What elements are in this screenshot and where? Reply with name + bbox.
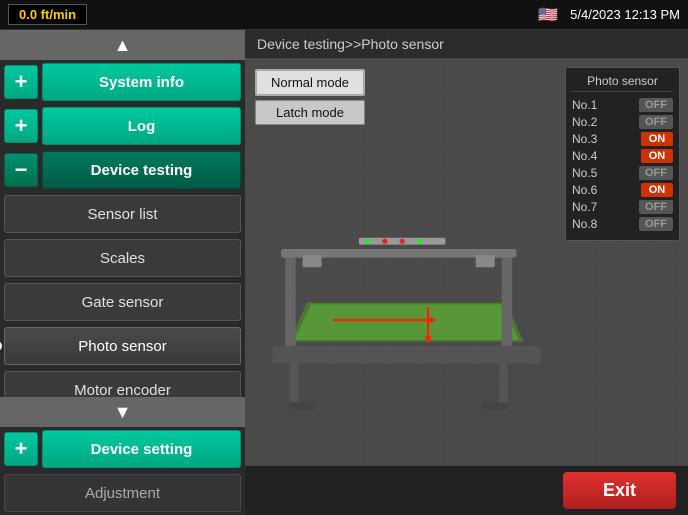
scroll-down-button[interactable]: ▼ <box>0 397 245 427</box>
gate-sensor-label[interactable]: Gate sensor <box>4 283 241 321</box>
log-plus-btn[interactable]: + <box>4 109 38 143</box>
scroll-up-button[interactable]: ▲ <box>0 30 245 60</box>
sensor-2-label: No.2 <box>572 115 597 129</box>
adjustment-label[interactable]: Adjustment <box>4 474 241 512</box>
scanner-svg <box>255 185 558 455</box>
sensor-1-badge: OFF <box>639 98 673 112</box>
device-setting-plus-btn[interactable]: + <box>4 432 38 466</box>
flag-icon: 🇺🇸 <box>534 6 562 24</box>
top-right-info: 🇺🇸 5/4/2023 12:13 PM <box>534 6 680 24</box>
sensor-8-badge: OFF <box>639 217 673 231</box>
sensor-1-label: No.1 <box>572 98 597 112</box>
system-info-plus-btn[interactable]: + <box>4 65 38 99</box>
content-body: Normal mode Latch mode <box>245 59 688 465</box>
sidebar-scroll: + System info + Log − Device testing Sen… <box>0 60 245 397</box>
sidebar-item-log[interactable]: + Log <box>4 105 241 147</box>
system-info-label[interactable]: System info <box>42 63 241 101</box>
sensor-list-label[interactable]: Sensor list <box>4 195 241 233</box>
sensor-8-label: No.8 <box>572 217 597 231</box>
sensor-6-badge: ON <box>641 183 673 197</box>
motor-encoder-label[interactable]: Motor encoder <box>4 371 241 397</box>
scales-label[interactable]: Scales <box>4 239 241 277</box>
sensor-2-badge: OFF <box>639 115 673 129</box>
sidebar-item-motor-encoder[interactable]: Motor encoder <box>4 369 241 397</box>
sensor-row-4: No.4 ON <box>572 149 673 163</box>
sensor-3-badge: ON <box>641 132 673 146</box>
scanner-illustration <box>255 185 558 455</box>
sidebar: ▲ + System info + Log − Device testing S… <box>0 30 245 515</box>
sensor-6-label: No.6 <box>572 183 597 197</box>
datetime-display: 5/4/2023 12:13 PM <box>570 7 680 22</box>
sidebar-item-adjustment[interactable]: Adjustment <box>4 472 241 514</box>
active-indicator <box>0 341 2 351</box>
content-area: Device testing>>Photo sensor Normal mode… <box>245 30 688 515</box>
sidebar-item-device-setting[interactable]: + Device setting <box>4 428 241 470</box>
sidebar-item-scales[interactable]: Scales <box>4 237 241 279</box>
sensor-4-badge: ON <box>641 149 673 163</box>
sensor-row-7: No.7 OFF <box>572 200 673 214</box>
sensor-row-8: No.8 OFF <box>572 217 673 231</box>
breadcrumb: Device testing>>Photo sensor <box>245 30 688 59</box>
top-bar: 0.0 ft/min 🇺🇸 5/4/2023 12:13 PM <box>0 0 688 30</box>
sidebar-item-system-info[interactable]: + System info <box>4 61 241 103</box>
device-testing-minus-btn[interactable]: − <box>4 153 38 187</box>
scene-area: Normal mode Latch mode <box>245 59 688 465</box>
sensor-5-badge: OFF <box>639 166 673 180</box>
log-label[interactable]: Log <box>42 107 241 145</box>
sidebar-item-sensor-list[interactable]: Sensor list <box>4 193 241 235</box>
sensor-3-label: No.3 <box>572 132 597 146</box>
bottom-bar: Exit <box>245 465 688 515</box>
sensor-4-label: No.4 <box>572 149 597 163</box>
photo-sensor-label[interactable]: Photo sensor <box>4 327 241 365</box>
photo-sensor-panel-title: Photo sensor <box>572 74 673 92</box>
sensor-row-5: No.5 OFF <box>572 166 673 180</box>
speed-display: 0.0 ft/min <box>8 4 87 25</box>
sensor-7-badge: OFF <box>639 200 673 214</box>
normal-mode-button[interactable]: Normal mode <box>255 69 365 96</box>
device-testing-label[interactable]: Device testing <box>42 151 241 189</box>
mode-buttons: Normal mode Latch mode <box>255 69 365 125</box>
sensor-row-1: No.1 OFF <box>572 98 673 112</box>
sensor-row-3: No.3 ON <box>572 132 673 146</box>
device-setting-label[interactable]: Device setting <box>42 430 241 468</box>
latch-mode-button[interactable]: Latch mode <box>255 100 365 125</box>
sidebar-item-gate-sensor[interactable]: Gate sensor <box>4 281 241 323</box>
sidebar-item-photo-sensor[interactable]: Photo sensor <box>4 325 241 367</box>
sidebar-item-device-testing[interactable]: − Device testing <box>4 149 241 191</box>
main-layout: ▲ + System info + Log − Device testing S… <box>0 30 688 515</box>
sensor-row-2: No.2 OFF <box>572 115 673 129</box>
photo-sensor-panel: Photo sensor No.1 OFF No.2 OFF No.3 ON <box>565 67 680 241</box>
sensor-row-6: No.6 ON <box>572 183 673 197</box>
sensor-7-label: No.7 <box>572 200 597 214</box>
sensor-5-label: No.5 <box>572 166 597 180</box>
exit-button[interactable]: Exit <box>563 472 676 509</box>
